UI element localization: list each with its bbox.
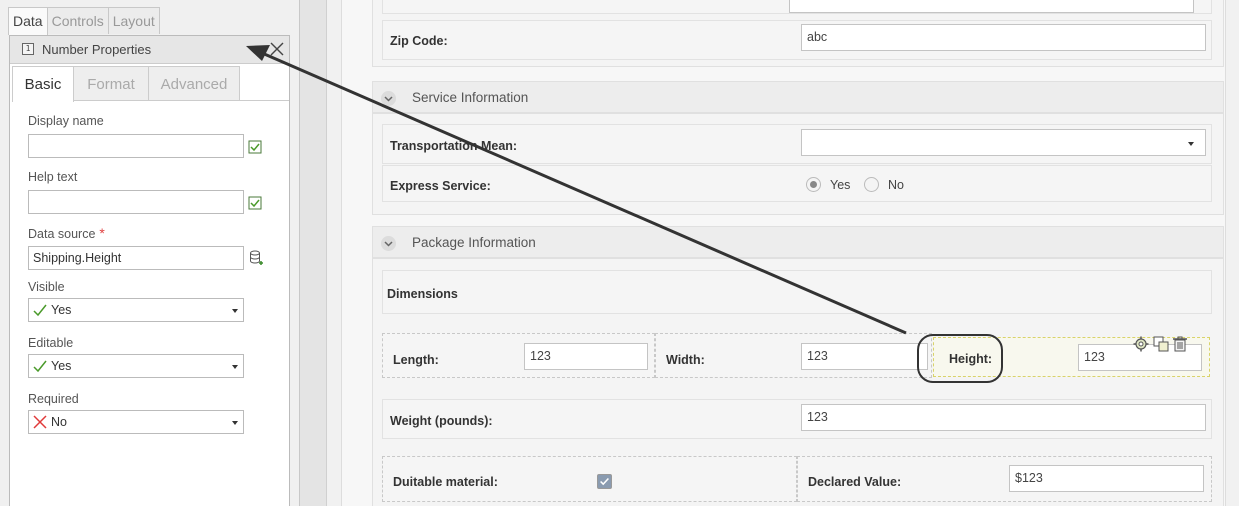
tab-layout[interactable]: Layout xyxy=(107,7,160,34)
package-information-header[interactable]: Package Information xyxy=(372,226,1224,258)
express-no-label[interactable]: No xyxy=(888,178,904,192)
city-input[interactable] xyxy=(789,0,1194,13)
cross-icon xyxy=(33,415,47,429)
service-information-header[interactable]: Service Information xyxy=(372,81,1224,113)
express-yes-label[interactable]: Yes xyxy=(830,178,850,192)
localize-check-icon[interactable] xyxy=(248,196,262,210)
duitable-checkbox[interactable] xyxy=(597,474,612,489)
properties-tabs: Basic Format Advanced xyxy=(12,66,240,102)
visible-value: Yes xyxy=(51,303,72,317)
declared-value-input[interactable]: $123 xyxy=(1009,465,1204,492)
duitable-cell[interactable]: Duitable material: xyxy=(382,456,797,502)
width-label: Width: xyxy=(666,353,705,367)
dimensions-row: Dimensions xyxy=(382,270,1212,314)
package-information-title: Package Information xyxy=(412,235,536,250)
zip-code-label: Zip Code: xyxy=(390,34,448,48)
required-label: Required xyxy=(28,392,79,406)
tabs-divider xyxy=(73,100,289,101)
express-no-radio[interactable] xyxy=(864,177,879,192)
tab-format[interactable]: Format xyxy=(73,66,149,101)
data-source-label: Data source * xyxy=(28,225,105,241)
check-icon xyxy=(33,304,47,317)
tab-advanced[interactable]: Advanced xyxy=(148,66,240,101)
number-field-icon: 1 xyxy=(22,43,34,55)
service-information-title: Service Information xyxy=(412,90,529,105)
editable-value: Yes xyxy=(51,359,72,373)
duitable-label: Duitable material: xyxy=(393,475,498,489)
display-name-label: Display name xyxy=(28,114,104,128)
declared-value-label: Declared Value: xyxy=(808,475,902,489)
tab-data[interactable]: Data xyxy=(8,7,48,35)
chevron-down-icon xyxy=(232,365,238,369)
chevron-down-icon xyxy=(232,309,238,313)
visible-label: Visible xyxy=(28,280,65,294)
settings-gear-icon[interactable] xyxy=(1133,336,1149,352)
number-properties-panel: 1 Number Properties Basic Format Advance… xyxy=(9,35,290,506)
chevron-down-icon xyxy=(232,421,238,425)
tab-controls[interactable]: Controls xyxy=(46,7,109,34)
express-yes-radio[interactable] xyxy=(806,177,821,192)
help-text-label: Help text xyxy=(28,170,78,184)
express-service-label: Express Service: xyxy=(390,179,491,193)
delete-icon[interactable] xyxy=(1172,336,1188,352)
editable-label: Editable xyxy=(28,336,74,350)
zip-code-input[interactable]: abc xyxy=(801,24,1206,51)
copy-icon[interactable] xyxy=(1153,336,1169,352)
height-callout-highlight xyxy=(917,334,1003,383)
editable-select[interactable]: Yes xyxy=(28,354,244,378)
weight-row: Weight (pounds): 123 xyxy=(382,399,1212,439)
dimensions-label: Dimensions xyxy=(387,287,458,301)
check-icon xyxy=(33,360,47,373)
express-service-row: Express Service: Yes No xyxy=(382,165,1212,202)
chevron-down-icon[interactable] xyxy=(381,91,396,106)
close-icon[interactable] xyxy=(268,40,286,58)
chevron-down-icon[interactable] xyxy=(381,236,396,251)
required-select[interactable]: No xyxy=(28,410,244,434)
localize-check-icon[interactable] xyxy=(248,140,262,154)
data-source-label-text: Data source xyxy=(28,227,96,241)
designer-top-tabs: Data Controls Layout xyxy=(8,7,160,35)
form-body: Zip Code: abc Service Information Transp… xyxy=(341,0,1226,506)
form-canvas: Zip Code: abc Service Information Transp… xyxy=(326,0,1239,506)
left-designer-pane: Data Controls Layout 1 Number Properties… xyxy=(0,0,300,506)
weight-input[interactable]: 123 xyxy=(801,404,1206,431)
display-name-input[interactable] xyxy=(28,134,244,158)
database-icon[interactable] xyxy=(249,250,263,266)
width-input[interactable]: 123 xyxy=(801,343,928,370)
weight-label: Weight (pounds): xyxy=(390,414,493,428)
length-cell[interactable]: Length: 123 xyxy=(382,333,655,378)
transportation-row: Transportation Mean: xyxy=(382,124,1212,164)
length-label: Length: xyxy=(393,353,439,367)
help-text-input[interactable] xyxy=(28,190,244,214)
chevron-down-icon[interactable] xyxy=(1188,142,1194,146)
width-cell[interactable]: Width: 123 xyxy=(655,333,932,378)
city-row[interactable] xyxy=(382,0,1212,14)
tab-basic[interactable]: Basic xyxy=(12,66,74,102)
data-source-input[interactable]: Shipping.Height xyxy=(28,246,244,270)
transportation-select[interactable] xyxy=(801,129,1206,156)
required-value: No xyxy=(51,415,67,429)
transportation-label: Transportation Mean: xyxy=(390,139,518,153)
zip-code-row[interactable]: Zip Code: abc xyxy=(382,20,1212,60)
properties-title: Number Properties xyxy=(42,42,152,57)
required-star: * xyxy=(99,225,105,241)
visible-select[interactable]: Yes xyxy=(28,298,244,322)
properties-header: 1 Number Properties xyxy=(10,36,289,64)
length-input[interactable]: 123 xyxy=(524,343,648,370)
declared-value-cell[interactable]: Declared Value: $123 xyxy=(797,456,1212,502)
